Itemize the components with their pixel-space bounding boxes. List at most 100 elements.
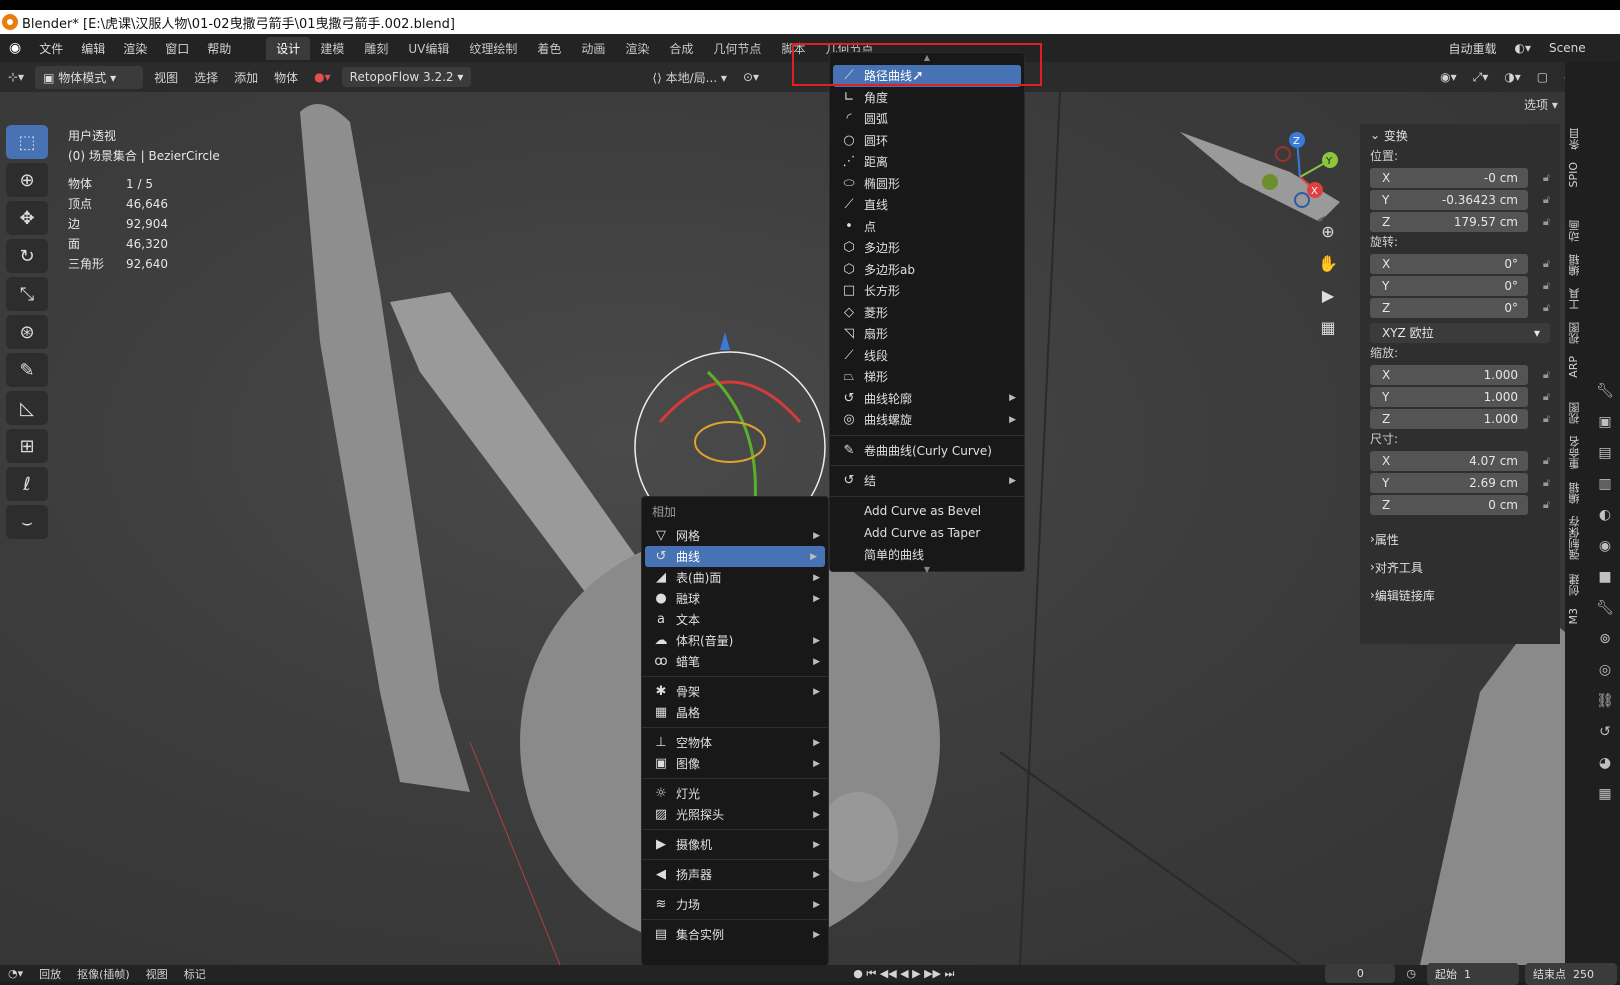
annotate-icon[interactable]: ✎ [6,353,48,387]
snap-icon[interactable]: ●▾ [306,70,339,84]
sidebar-tab[interactable]: 重命名 [1567,436,1585,469]
lock-icon[interactable]: 🔓︎ [1528,498,1550,512]
menu-item[interactable]: 渲染 [114,42,156,56]
add-menu-item[interactable]: ▣ 图像 ▶ [642,753,828,774]
curve-pen-icon[interactable]: ⌣ [6,505,48,539]
rotation-field[interactable]: Y 0° 🔓︎ [1370,275,1550,296]
rotation-field[interactable]: X 0° 🔓︎ [1370,253,1550,274]
workspace-tab[interactable]: 建模 [310,37,354,60]
select-box-icon[interactable]: ⬚ [6,125,48,159]
sidebar-tab[interactable]: 编辑 [1567,254,1585,276]
transform-icon[interactable]: ⊛ [6,315,48,349]
location-field[interactable]: Z 179.57 cm 🔓︎ [1370,211,1550,232]
timeline-editor-icon[interactable]: ◔▾ [0,967,31,980]
timeline-menu-item[interactable]: 视图 [138,966,176,982]
navigation-gizmo[interactable]: Z Y X [1255,132,1345,222]
object-icon[interactable]: ■ [1594,566,1616,588]
measure-icon[interactable]: ◺ [6,391,48,425]
scale-field[interactable]: X 1.000 🔓︎ [1370,364,1550,385]
rotation-field[interactable]: Z 0° 🔓︎ [1370,297,1550,318]
sidebar-tab[interactable]: 视图 [1567,402,1585,424]
dimensions-box[interactable]: Z 0 cm [1370,494,1528,515]
start-frame-field[interactable]: 起始 1 [1427,962,1519,985]
add-menu-item[interactable]: ≋ 力场 ▶ [642,894,828,915]
add-menu-item[interactable]: ▶ 摄像机 ▶ [642,834,828,855]
location-box[interactable]: Y -0.36423 cm [1370,189,1528,210]
lock-icon[interactable]: 🔓︎ [1528,301,1550,315]
xray-icon[interactable]: ▢ [1529,70,1556,84]
gizmo-icon[interactable]: ⤢▾ [1465,70,1497,85]
curve-menu-item[interactable]: ∟ 角度 [830,87,1024,109]
dimensions-field[interactable]: Y 2.69 cm 🔓︎ [1370,472,1550,493]
move-icon[interactable]: ✥ [6,201,48,235]
menu-item[interactable]: 帮助 [198,42,240,56]
add-menu-item[interactable]: ꝏ 蜡笔 ▶ [642,651,828,672]
mode-dropdown[interactable]: ▣ 物体模式 ▾ [35,65,144,89]
lock-icon[interactable]: 🔓︎ [1528,476,1550,490]
physics-icon[interactable]: ◎ [1594,659,1616,681]
curve-menu-item[interactable]: ⬭ 椭圆形 [830,173,1024,195]
zoom-icon[interactable]: ⊕ [1313,216,1343,246]
transform-panel-header[interactable]: ⌄ 变换 [1360,124,1560,146]
rotation-mode-box[interactable]: XYZ 欧拉 ▾ [1370,322,1550,343]
add-menu-item[interactable]: ▽ 网格 ▶ [642,525,828,546]
workspace-tab[interactable]: 设计 [266,36,311,60]
curve-menu-item[interactable]: ⏢ 梯形 [830,366,1024,388]
lock-icon[interactable]: 🔓︎ [1528,412,1550,426]
rotate-icon[interactable]: ↻ [6,239,48,273]
pivot-icon[interactable]: ⊙▾ [735,70,767,84]
workspace-tab[interactable]: UV编辑 [398,37,459,60]
curve-menu-item[interactable]: ⋰ 距离 [830,151,1024,173]
world-icon[interactable]: ◉ [1594,535,1616,557]
output-icon[interactable]: ▤ [1594,442,1616,464]
location-field[interactable]: X -0 cm 🔓︎ [1370,167,1550,188]
view-layer-icon[interactable]: ▥ [1594,473,1616,495]
scene-icon[interactable]: ◐ [1594,504,1616,526]
header-menu-item[interactable]: 物体 [266,69,306,86]
rotation-box[interactable]: Y 0° [1370,275,1528,296]
curve-menu-item[interactable]: ⬡ 多边形ab [830,259,1024,281]
playback-controls-icon[interactable]: ● ⏮ ◀◀ ◀ ▶ ▶▶ ⏭ [845,967,962,981]
add-menu-item[interactable]: ◢ 表(曲)面 ▶ [642,567,828,588]
add-menu-item[interactable]: ▤ 集合实例 ▶ [642,924,828,945]
workspace-tab[interactable]: 合成 [659,37,703,60]
curve-menu-item[interactable]: ↺ 结 ▶ [830,470,1024,492]
curve-menu-item[interactable]: ○ 圆环 [830,130,1024,152]
curve-menu-item[interactable]: ✎ 卷曲曲线(Curly Curve) [830,440,1024,462]
sidebar-tab[interactable]: 工具 [1567,288,1585,310]
tool-icon[interactable]: 🔧︎ [1594,380,1616,402]
curve-menu-item[interactable]: ⬡ 多边形 [830,237,1024,259]
collapsed-panel-header[interactable]: › 属性 [1360,525,1560,553]
workspace-tab[interactable]: 着色 [527,37,571,60]
add-menu-item[interactable]: ☁ 体积(音量) ▶ [642,630,828,651]
rotation-box[interactable]: X 0° [1370,253,1528,274]
blender-menu-icon[interactable]: ◉ [0,40,30,56]
add-menu-item[interactable]: a 文本 [642,609,828,630]
add-menu-item[interactable]: ▦ 晶格 [642,702,828,723]
sidebar-tab[interactable]: 编辑 [1567,482,1585,504]
end-frame-field[interactable]: 结束点 250 [1525,962,1617,985]
add-menu-item[interactable]: ● 融球 ▶ [642,588,828,609]
curve-menu-item[interactable]: 简单的曲线 [830,544,1024,566]
collapsed-panel-header[interactable]: › 编辑链接库 [1360,581,1560,609]
workspace-tab[interactable]: 纹理绘制 [459,37,527,60]
curve-menu-item[interactable]: ◎ 曲线螺旋 ▶ [830,409,1024,431]
sidebar-tab[interactable]: 动画 [1567,220,1585,242]
header-menu-item[interactable]: 视图 [146,69,186,86]
sidebar-tab[interactable]: 强制保存 [1567,516,1585,560]
sidebar-tab[interactable]: ARP [1567,356,1585,378]
options-dropdown[interactable]: 选项 ▾ [1524,96,1558,113]
workspace-tab[interactable]: 动画 [571,37,615,60]
lock-icon[interactable]: 🔓︎ [1528,279,1550,293]
timeline-menu-item[interactable]: 标记 [176,966,214,982]
curve-menu-item[interactable]: ◹ 扇形 [830,323,1024,345]
auto-reload-label[interactable]: 自动重载 [1439,40,1505,57]
dimensions-field[interactable]: Z 0 cm 🔓︎ [1370,494,1550,515]
timeline-menu-item[interactable]: 回放 [31,966,69,982]
scale-box[interactable]: Z 1.000 [1370,408,1528,429]
dimensions-box[interactable]: Y 2.69 cm [1370,472,1528,493]
sidebar-tab[interactable]: 条目 [1567,128,1585,150]
draw-curve-icon[interactable]: ℓ [6,467,48,501]
material-icon[interactable]: ◕ [1594,752,1616,774]
lock-icon[interactable]: 🔓︎ [1528,454,1550,468]
